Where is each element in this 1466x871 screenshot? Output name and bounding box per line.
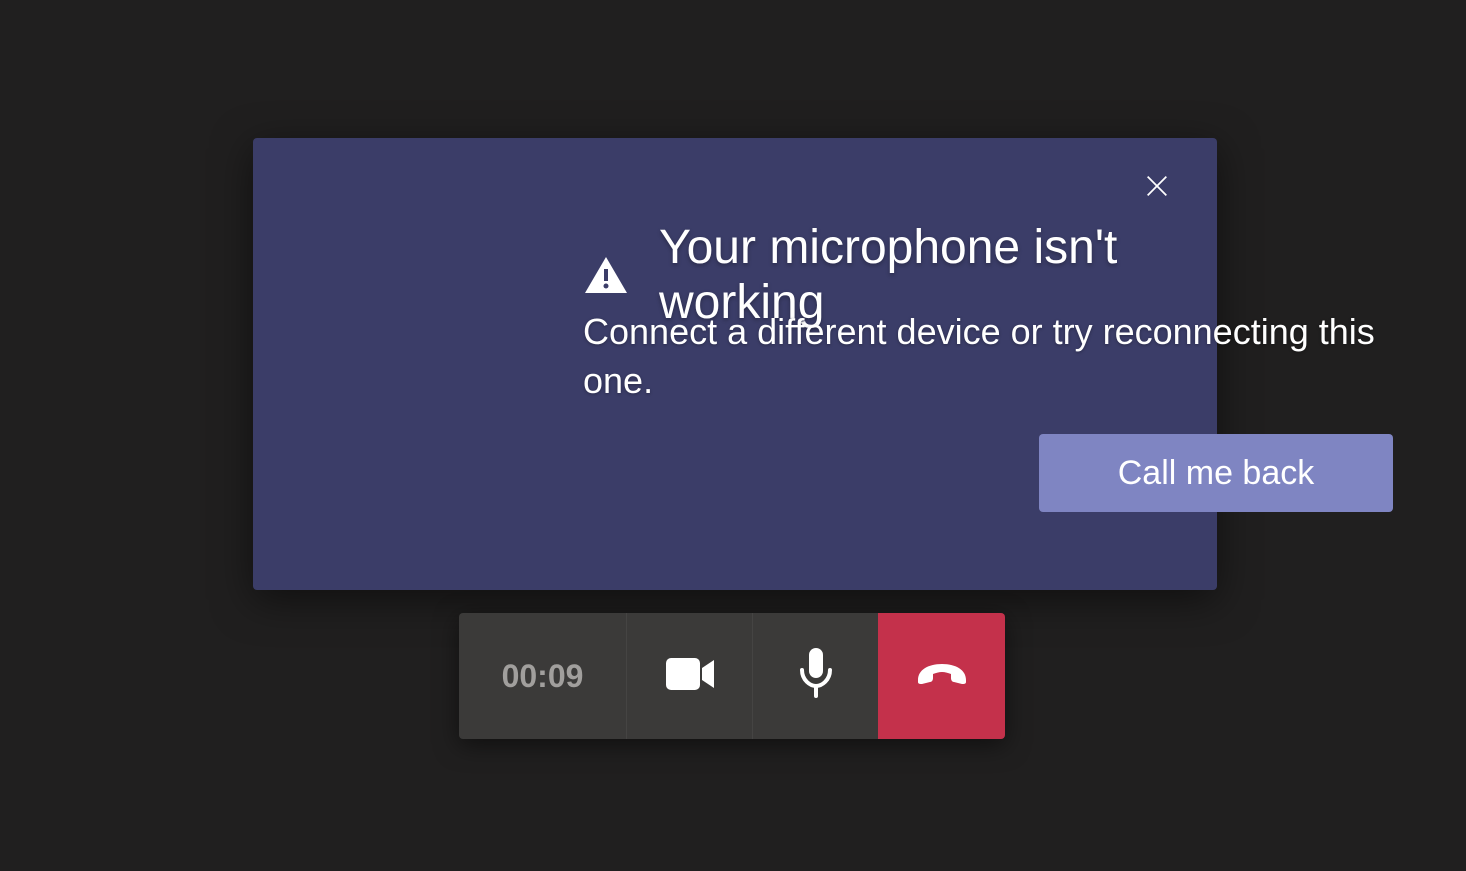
close-icon xyxy=(1143,172,1171,205)
microphone-error-modal: Your microphone isn't working Connect a … xyxy=(253,138,1217,590)
video-toggle-button[interactable] xyxy=(626,613,752,739)
modal-body: Connect a different device or try reconn… xyxy=(583,308,1403,405)
call-control-bar: 00:09 xyxy=(459,613,1005,739)
call-timer: 00:09 xyxy=(459,613,626,739)
video-camera-icon xyxy=(666,656,714,697)
close-button[interactable] xyxy=(1137,168,1177,208)
hang-up-button[interactable] xyxy=(878,613,1005,739)
call-me-back-button[interactable]: Call me back xyxy=(1039,434,1393,512)
microphone-toggle-button[interactable] xyxy=(752,613,878,739)
warning-icon xyxy=(583,255,629,295)
phone-hangup-icon xyxy=(914,662,970,691)
microphone-icon xyxy=(798,648,834,705)
